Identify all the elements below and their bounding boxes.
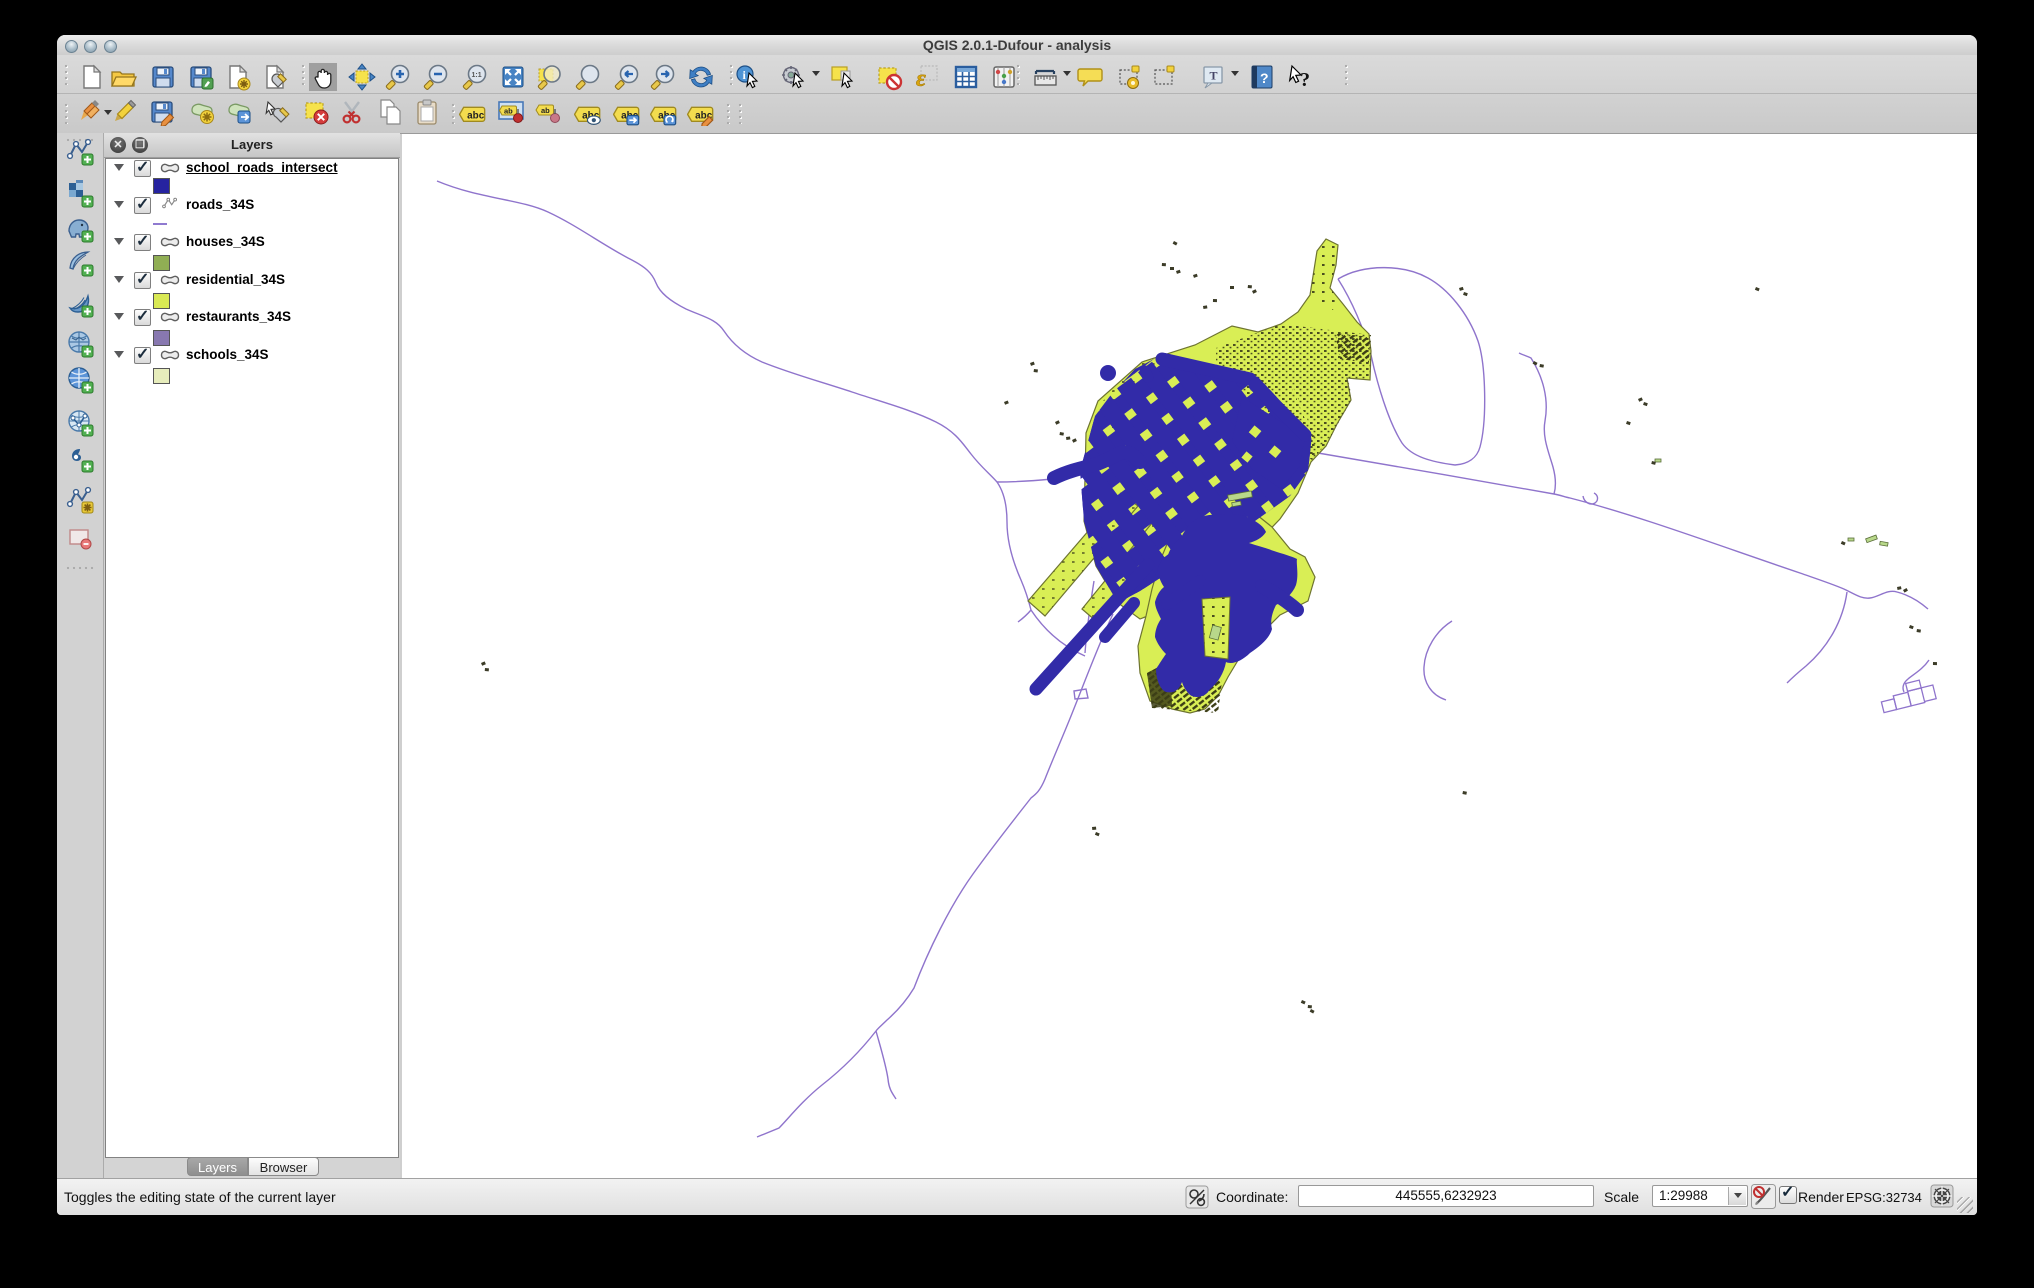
svg-text:abc: abc <box>467 110 485 121</box>
svg-text:T: T <box>1210 69 1218 83</box>
svg-text:ab: ab <box>541 106 550 115</box>
svg-text:?: ? <box>1300 69 1310 91</box>
svg-text:?: ? <box>1260 70 1269 86</box>
svg-text:ab: ab <box>504 107 513 116</box>
svg-text:1:1: 1:1 <box>472 72 482 79</box>
svg-text:ε: ε <box>916 66 926 91</box>
